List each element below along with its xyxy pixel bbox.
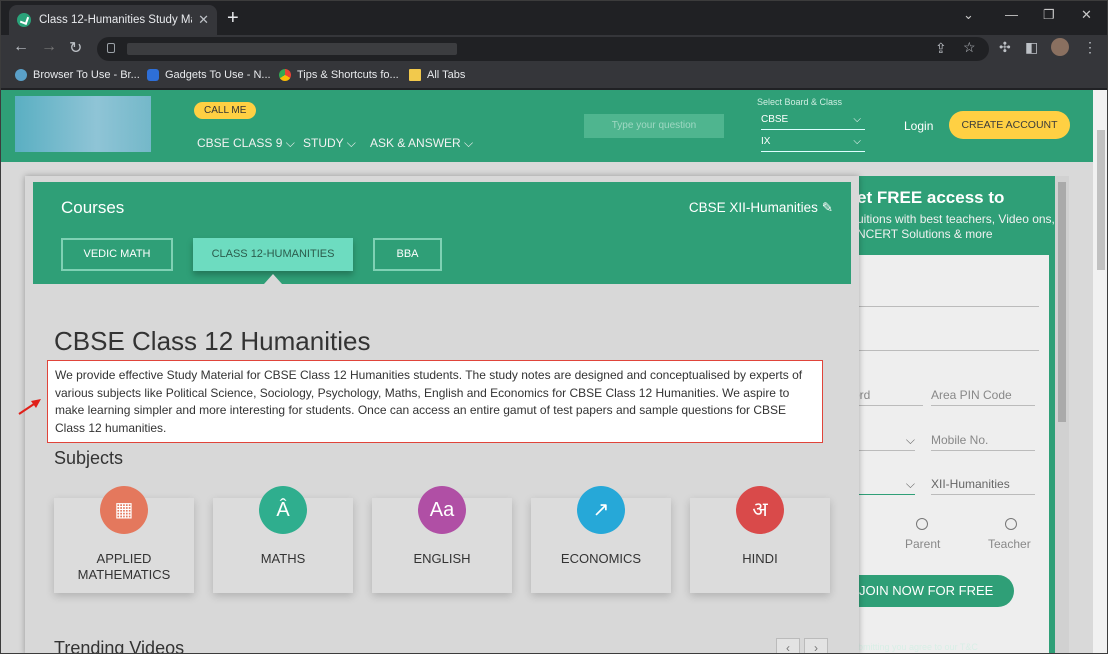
menu-dots-icon[interactable]: ⋮ — [1083, 39, 1097, 56]
profile-avatar[interactable] — [1051, 38, 1069, 56]
subject-label: MATHS — [260, 551, 306, 566]
country-code-select[interactable]: ⌵ — [853, 433, 915, 451]
restore-icon[interactable]: ❐ — [1043, 7, 1055, 23]
bookmark-item[interactable]: Gadgets To Use - N... — [147, 69, 271, 81]
maths-icon: Â — [259, 486, 307, 534]
class-dropdown[interactable]: XII-Humanities — [931, 477, 1035, 495]
course-bba[interactable]: BBA — [373, 238, 442, 271]
extensions-icon[interactable]: ✣ — [999, 39, 1011, 56]
economics-icon: ↗ — [577, 486, 625, 534]
terms-text: ubmitting you agree to our T&C — [853, 642, 978, 652]
course-description: We provide effective Study Material for … — [47, 360, 823, 443]
site-logo[interactable] — [15, 96, 151, 152]
course-class-12-humanities[interactable]: CLASS 12-HUMANITIES — [193, 238, 353, 271]
applied-mathematics-icon: ▦ — [100, 486, 148, 534]
signup-heading: et FREE access to — [857, 188, 1005, 207]
signup-form: ord Area PIN Code ⌵ Mobile No. ⌵ XII-Hum… — [839, 255, 1049, 653]
selected-course[interactable]: CBSE XII-Humanities ✎ — [689, 200, 833, 216]
annotation-arrow-icon — [18, 399, 41, 415]
subject-label: ENGLISH — [413, 551, 471, 566]
mobile-field[interactable]: Mobile No. — [931, 433, 1035, 451]
menu-study[interactable]: STUDY ⌵ — [303, 136, 356, 151]
call-me-button[interactable]: CALL ME — [194, 102, 257, 119]
password-field[interactable]: ord — [853, 388, 923, 406]
lock-icon — [107, 43, 115, 53]
new-tab-icon[interactable]: + — [227, 7, 239, 30]
create-account-button[interactable]: CREATE ACCOUNT — [949, 111, 1070, 139]
teacher-label: Teacher — [988, 537, 1031, 551]
panel-scrollbar[interactable] — [1055, 176, 1069, 653]
forward-icon[interactable]: → — [41, 38, 57, 56]
hindi-icon: अ — [736, 486, 784, 534]
browser-toolbar: ← → ↻ ⇪ ☆ ✣ ◧ ⋮ — [1, 35, 1107, 63]
chevron-down-icon: ⌵ — [853, 136, 861, 147]
chrome-icon — [279, 69, 291, 81]
back-icon[interactable]: ← — [13, 38, 29, 56]
subject-label: HINDI — [742, 551, 778, 566]
bookmark-item[interactable]: Browser To Use - Br... — [15, 69, 140, 81]
subject-label: ECONOMICS — [560, 551, 642, 566]
address-bar[interactable]: ⇪ ☆ — [97, 37, 989, 61]
board-dropdown[interactable]: ⌵ — [853, 477, 915, 495]
subject-label: APPLIED MATHEMATICS — [77, 551, 171, 582]
site-favicon-icon — [17, 13, 31, 27]
class-select[interactable]: IX ⌵ — [761, 136, 865, 152]
trending-videos-heading: Trending Videos — [54, 638, 185, 654]
subjects-heading: Subjects — [54, 448, 124, 468]
email-field[interactable] — [849, 333, 1039, 351]
minimize-icon[interactable]: — — [1005, 7, 1018, 22]
login-link[interactable]: Login — [904, 119, 933, 133]
bookmark-star-icon[interactable]: ☆ — [963, 39, 976, 56]
signup-panel: et FREE access to uitions with best teac… — [839, 176, 1055, 653]
pin-code-field[interactable]: Area PIN Code — [931, 388, 1035, 406]
page-title: CBSE Class 12 Humanities — [54, 326, 371, 356]
courses-modal: Courses CBSE XII-Humanities ✎ VEDIC MATH… — [25, 176, 859, 654]
browser-tab[interactable]: Class 12-Humanities Study Materi ✕ — [9, 5, 217, 35]
parent-radio[interactable] — [916, 518, 928, 530]
folder-icon — [409, 69, 421, 81]
site-header: CALL ME CBSE CLASS 9 ⌵ STUDY ⌵ ASK & ANS… — [1, 90, 1093, 162]
active-caret — [264, 274, 282, 284]
globe-icon — [15, 69, 27, 81]
select-heading: Select Board & Class — [757, 97, 843, 107]
blurred-url — [127, 43, 457, 55]
webpage: CALL ME CBSE CLASS 9 ⌵ STUDY ⌵ ASK & ANS… — [1, 90, 1093, 654]
signup-subtext: uitions with best teachers, Video ons, N… — [857, 212, 1055, 241]
bookmarks-bar: Browser To Use - Br... Gadgets To Use - … — [1, 63, 1107, 89]
side-panel-icon[interactable]: ◧ — [1025, 39, 1038, 56]
share-icon[interactable]: ⇪ — [935, 40, 947, 57]
courses-header: Courses CBSE XII-Humanities ✎ VEDIC MATH… — [33, 182, 851, 284]
chevron-down-icon[interactable]: ⌄ — [963, 7, 974, 23]
close-tab-icon[interactable]: ✕ — [198, 12, 209, 28]
tab-strip: Class 12-Humanities Study Materi ✕ + ⌄ —… — [1, 1, 1107, 35]
gadgets-favicon-icon — [147, 69, 159, 81]
browser-window: Class 12-Humanities Study Materi ✕ + ⌄ —… — [0, 0, 1108, 654]
search-input[interactable]: Type your question — [584, 114, 724, 138]
bookmark-item[interactable]: All Tabs — [409, 69, 465, 81]
chevron-down-icon: ⌵ — [853, 114, 861, 125]
pencil-icon[interactable]: ✎ — [822, 200, 833, 215]
next-arrow-icon[interactable]: › — [804, 638, 828, 653]
bookmark-item[interactable]: Tips & Shortcuts fo... — [279, 69, 399, 81]
course-vedic-math[interactable]: VEDIC MATH — [61, 238, 173, 271]
tab-title: Class 12-Humanities Study Materi — [39, 14, 192, 26]
close-window-icon[interactable]: ✕ — [1081, 7, 1092, 23]
menu-cbse-class[interactable]: CBSE CLASS 9 ⌵ — [197, 136, 295, 151]
english-icon: Aa — [418, 486, 466, 534]
board-select[interactable]: CBSE ⌵ — [761, 114, 865, 130]
parent-label: Parent — [905, 537, 941, 551]
prev-arrow-icon[interactable]: ‹ — [776, 638, 800, 653]
page-scrollbar[interactable] — [1093, 90, 1107, 653]
join-now-button[interactable]: JOIN NOW FOR FREE — [839, 575, 1014, 607]
name-field[interactable] — [849, 289, 1039, 307]
menu-ask-answer[interactable]: ASK & ANSWER ⌵ — [370, 136, 473, 151]
courses-title: Courses — [61, 198, 125, 217]
reload-icon[interactable]: ↻ — [69, 38, 82, 58]
teacher-radio[interactable] — [1005, 518, 1017, 530]
chevron-down-icon: ⌵ — [905, 477, 915, 491]
chevron-down-icon: ⌵ — [905, 433, 915, 447]
